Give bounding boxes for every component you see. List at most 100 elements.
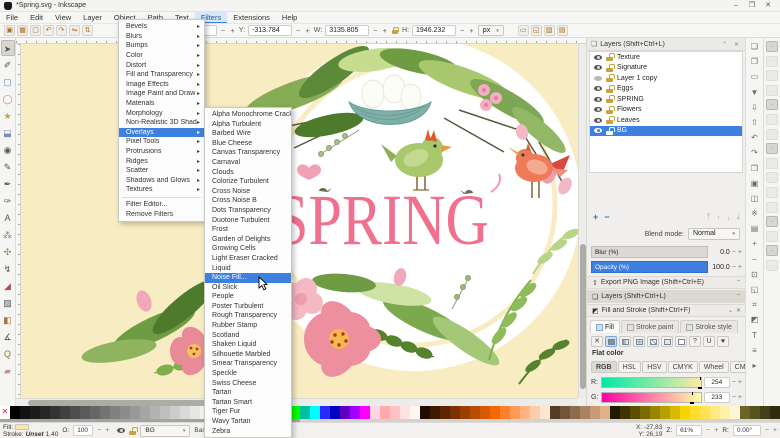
save-button[interactable]: ▼ <box>748 86 762 99</box>
raise-layer-top-button[interactable]: ⤒ <box>707 212 711 222</box>
close-button[interactable]: ✕ <box>760 0 776 11</box>
color-tab-rgb[interactable]: RGB <box>591 361 617 373</box>
eraser-tool[interactable]: ▰ <box>1 363 15 379</box>
filters-menu-item[interactable]: Bumps▸ <box>119 41 204 51</box>
overlays-menu-item[interactable]: Shaken Liquid <box>205 340 291 350</box>
filters-menu-item[interactable]: Remove Filters <box>119 209 204 219</box>
opacity-slider[interactable]: Opacity (%) <box>591 261 708 273</box>
overlays-menu-item[interactable]: Tiger Fur <box>205 407 291 417</box>
overlays-menu-item[interactable]: Wavy Tartan <box>205 417 291 427</box>
color-slider[interactable] <box>601 392 702 403</box>
palette-swatch[interactable] <box>770 406 780 419</box>
select-all-button[interactable]: ▣ <box>4 25 15 36</box>
select-all-layers-button[interactable]: ▦ <box>17 25 28 36</box>
question-button[interactable]: ? <box>689 336 701 347</box>
fill-stroke-dialog-button[interactable]: ◩ <box>748 313 762 326</box>
palette-swatch[interactable] <box>620 406 630 419</box>
lower-layer-button[interactable]: ↓ <box>726 213 730 222</box>
print-button[interactable]: ▭ <box>748 70 762 83</box>
pattern-button[interactable] <box>647 336 659 347</box>
box3d-tool[interactable]: ⬓ <box>1 125 15 141</box>
overlays-menu-item[interactable]: Swiss Cheese <box>205 379 291 389</box>
w-plus-button[interactable]: + <box>382 25 388 36</box>
color-tab-hsv[interactable]: HSV <box>642 361 666 373</box>
connector-tool[interactable]: ↯ <box>1 261 15 277</box>
zoom-input[interactable]: 61% <box>676 425 702 436</box>
palette-swatch[interactable] <box>710 406 720 419</box>
palette-swatch[interactable] <box>680 406 690 419</box>
maximize-button[interactable]: ❐ <box>744 0 760 11</box>
palette-swatch[interactable] <box>20 406 30 419</box>
overlays-menu-item[interactable]: Alpha Turbulent <box>205 120 291 130</box>
canvas[interactable]: SPRING <box>21 44 578 398</box>
opacity-plus-button[interactable]: + <box>105 427 109 434</box>
palette-swatch[interactable] <box>120 406 130 419</box>
overlays-menu-item[interactable]: Colorize Turbulent <box>205 177 291 187</box>
palette-swatch[interactable] <box>380 406 390 419</box>
units-dropdown[interactable]: px▾ <box>478 25 504 36</box>
zoom-plus-button[interactable]: + <box>714 427 718 434</box>
overlays-menu-item[interactable]: Tartan <box>205 388 291 398</box>
palette-swatch[interactable] <box>400 406 410 419</box>
linear-gradient-button[interactable] <box>619 336 631 347</box>
move-patterns-toggle[interactable]: ▤ <box>557 25 568 36</box>
layer-visibility-toggle[interactable] <box>594 97 602 102</box>
palette-swatch[interactable] <box>730 406 740 419</box>
layer-visibility-toggle[interactable] <box>594 118 602 123</box>
palette-swatch[interactable] <box>560 406 570 419</box>
new-document-button[interactable]: ❏ <box>748 40 762 53</box>
filters-menu-item[interactable]: Morphology▸ <box>119 108 204 118</box>
spray-tool[interactable]: ⁂ <box>1 227 15 243</box>
more-button[interactable]: ▸ <box>748 359 762 372</box>
xml-editor-button[interactable]: ⌗ <box>748 298 762 311</box>
lock-ratio-toggle[interactable] <box>391 27 399 35</box>
color-slider[interactable] <box>601 377 702 388</box>
palette-swatch[interactable] <box>60 406 70 419</box>
layer-row[interactable]: SPRING <box>590 94 742 105</box>
no-paint-button[interactable]: ✕ <box>591 336 603 347</box>
snap-bbox-toggle[interactable]: · <box>766 56 778 67</box>
overlays-menu-item[interactable]: Zebra <box>205 427 291 437</box>
palette-swatch[interactable] <box>170 406 180 419</box>
layer-visibility-toggle[interactable] <box>594 128 602 133</box>
pencil-tool[interactable]: ✎ <box>1 159 15 175</box>
ellipse-tool[interactable]: ◯ <box>1 91 15 107</box>
palette-swatch[interactable] <box>420 406 430 419</box>
x-minus-button[interactable]: − <box>220 25 226 36</box>
rotate-ccw-button[interactable]: ↶ <box>43 25 54 36</box>
rotation-plus-button[interactable]: + <box>773 427 777 434</box>
tweak-tool[interactable]: ✣ <box>1 244 15 260</box>
import-button[interactable]: ⇩ <box>748 101 762 114</box>
swatch-button[interactable] <box>661 336 673 347</box>
color-value-input[interactable]: 233 <box>704 392 730 403</box>
palette-swatch[interactable] <box>610 406 620 419</box>
palette-swatch[interactable] <box>750 406 760 419</box>
layer-row[interactable]: Layer 1 copy <box>590 73 742 84</box>
overlays-menu-item[interactable]: Noise Fill... <box>205 273 291 283</box>
color-value-input[interactable]: 254 <box>704 377 730 388</box>
overlays-menu-item[interactable]: Duotone Turbulent <box>205 216 291 226</box>
h-minus-button[interactable]: − <box>459 25 465 36</box>
zoom-in-button[interactable]: + <box>748 237 762 250</box>
color-tab-hsl[interactable]: HSL <box>618 361 642 373</box>
align-dialog-button[interactable]: ≡ <box>748 344 762 357</box>
fill-stroke-header[interactable]: ◩ Fill and Stroke (Shift+Ctrl+F) ⌄ ✕ <box>587 304 746 317</box>
filters-menu-item[interactable]: Distort▸ <box>119 60 204 70</box>
filters-menu-item[interactable]: Blurs▸ <box>119 32 204 42</box>
snap-cusp-node-toggle[interactable]: · <box>766 143 778 154</box>
palette-swatch[interactable] <box>570 406 580 419</box>
tab-stroke-style[interactable]: Stroke style <box>680 320 738 333</box>
fill-color-swatch[interactable] <box>15 424 29 430</box>
palette-swatch[interactable] <box>360 406 370 419</box>
copy-button[interactable]: ❒ <box>748 162 762 175</box>
w-minus-button[interactable]: − <box>372 25 378 36</box>
palette-swatch[interactable] <box>130 406 140 419</box>
snap-smooth-node-toggle[interactable]: · <box>766 158 778 169</box>
menu-edit[interactable]: Edit <box>24 12 49 23</box>
overlays-menu-item[interactable]: Rough Transparency <box>205 311 291 321</box>
palette-scrollbar[interactable] <box>0 419 780 422</box>
zoom-minus-button[interactable]: − <box>706 427 710 434</box>
snap-midpoint-toggle[interactable]: · <box>766 172 778 183</box>
rotate-cw-button[interactable]: ↷ <box>56 25 67 36</box>
y-plus-button[interactable]: + <box>304 25 310 36</box>
